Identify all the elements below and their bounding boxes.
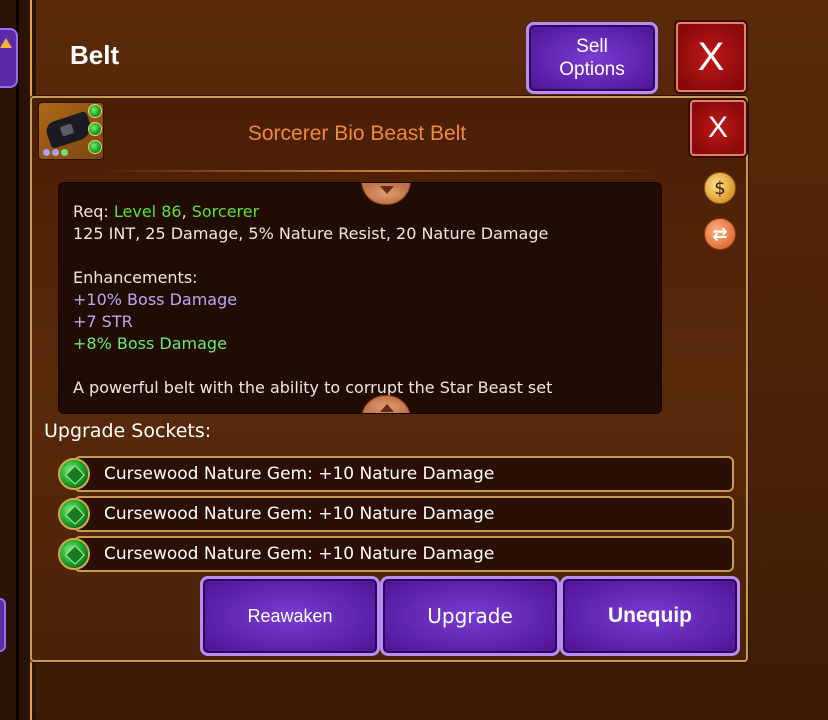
reawaken-button[interactable]: Reawaken xyxy=(200,576,380,656)
upgrade-button[interactable]: Upgrade xyxy=(380,576,560,656)
sell-options-button[interactable]: Sell Options xyxy=(526,22,658,94)
chevron-up-icon xyxy=(380,404,394,412)
left-divider xyxy=(16,0,19,720)
sell-options-label-line2: Options xyxy=(559,59,625,80)
upgrade-sockets-label: Upgrade Sockets: xyxy=(44,420,212,442)
req-class: Sorcerer xyxy=(191,202,260,221)
nature-gem-icon xyxy=(58,538,90,570)
enhancement-item: +8% Boss Damage xyxy=(73,334,227,353)
enhancement-item: +7 STR xyxy=(73,312,133,331)
socket-gem-icon xyxy=(88,140,102,154)
coin-bag-icon[interactable]: $ xyxy=(704,172,736,204)
enhancements-label: Enhancements: xyxy=(73,268,198,287)
nature-gem-icon xyxy=(58,458,90,490)
item-flavor-text: A powerful belt with the ability to corr… xyxy=(73,378,553,397)
socket-text: Cursewood Nature Gem: +10 Nature Damage xyxy=(74,456,734,492)
req-level: Level 86 xyxy=(113,202,182,221)
item-description-box[interactable]: Req: Level 86, Sorcerer 125 INT, 25 Dama… xyxy=(58,182,662,414)
side-tab-button-bottom[interactable] xyxy=(0,598,6,652)
chevron-down-icon xyxy=(380,186,394,194)
item-name: Sorcerer Bio Beast Belt xyxy=(247,122,467,145)
stats-line: 125 INT, 25 Damage, 5% Nature Resist, 20… xyxy=(73,224,549,243)
panel-title: Belt xyxy=(70,40,120,70)
panel-close-button[interactable]: X xyxy=(676,22,746,92)
side-tab-button[interactable] xyxy=(0,28,18,88)
socket-gem-icon xyxy=(88,122,102,136)
arrow-up-icon xyxy=(0,38,12,48)
socket-text: Cursewood Nature Gem: +10 Nature Damage xyxy=(74,496,734,532)
socket-row[interactable]: Cursewood Nature Gem: +10 Nature Damage xyxy=(58,496,734,532)
socket-gem-icon xyxy=(88,104,102,118)
socket-text: Cursewood Nature Gem: +10 Nature Damage xyxy=(74,536,734,572)
dialog-close-button[interactable]: X xyxy=(690,100,746,156)
socket-row[interactable]: Cursewood Nature Gem: +10 Nature Damage xyxy=(58,536,734,572)
swap-icon[interactable]: ⇄ xyxy=(704,218,736,250)
header-divider xyxy=(100,170,660,172)
unequip-button[interactable]: Unequip xyxy=(560,576,740,656)
sell-options-label-line1: Sell xyxy=(576,36,608,57)
nature-gem-icon xyxy=(58,498,90,530)
socket-row[interactable]: Cursewood Nature Gem: +10 Nature Damage xyxy=(58,456,734,492)
item-description: Req: Level 86, Sorcerer 125 INT, 25 Dama… xyxy=(73,201,653,399)
enhancement-item: +10% Boss Damage xyxy=(73,290,238,309)
requirements-line: Req: Level 86, Sorcerer xyxy=(73,202,260,221)
item-detail-dialog: Sorcerer Bio Beast Belt X Req: Level 86,… xyxy=(30,96,748,662)
